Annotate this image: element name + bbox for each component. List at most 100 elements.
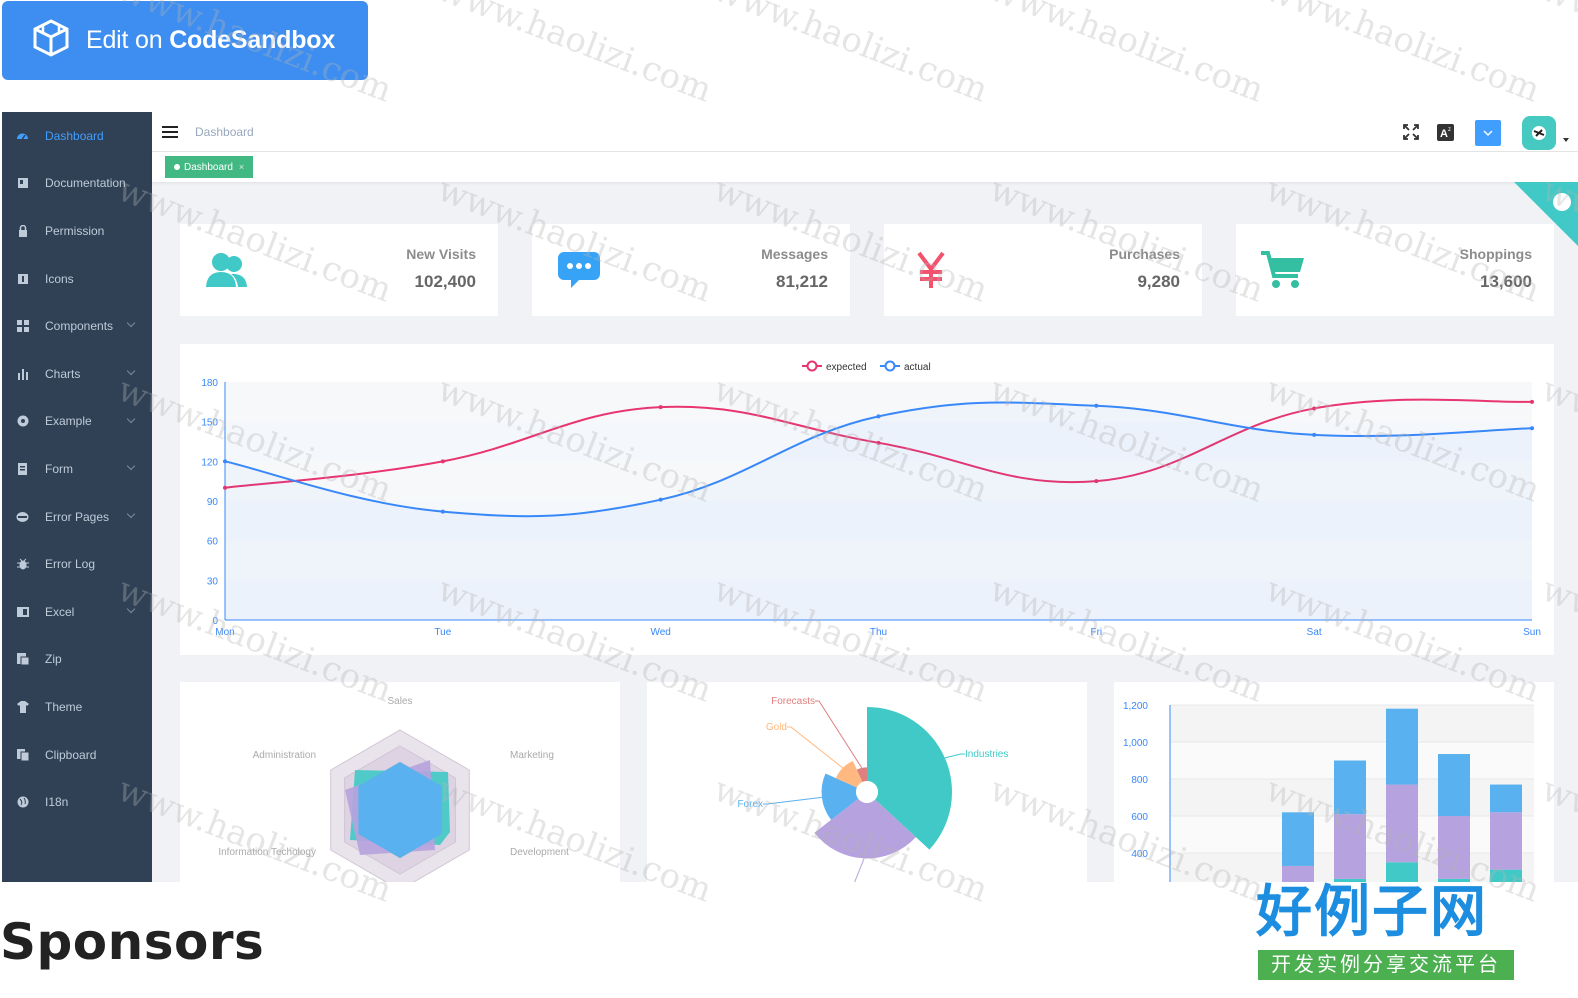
x-tick-label: Wed — [650, 627, 670, 638]
panel-value: 102,400 — [414, 272, 476, 291]
data-point-expected — [1312, 406, 1317, 411]
watermark-text: www.haolizi.com — [1536, 0, 1578, 111]
y-tick-label: 800 — [1131, 775, 1148, 786]
sidebar-item-documentation[interactable]: Documentation — [2, 160, 152, 208]
watermark-text: www.haolizi.com — [1260, 0, 1546, 111]
panel-messages[interactable]: Messages 81,212 — [532, 224, 850, 316]
x-tick-label: Tue — [434, 627, 451, 638]
sidebar-item-clipboard[interactable]: Clipboard — [2, 731, 152, 779]
data-point-actual — [1530, 426, 1534, 431]
x-tick-label: Sun — [1523, 627, 1541, 638]
panel-value: 13,600 — [1480, 272, 1532, 291]
panel-purchases[interactable]: Purchases 9,280 — [884, 224, 1202, 316]
x-tick-label: Thu — [870, 627, 887, 638]
svg-text:A: A — [1440, 128, 1448, 140]
text-size-icon[interactable]: Az — [1436, 123, 1454, 141]
data-point-actual — [440, 509, 445, 514]
caret-down-icon[interactable] — [1563, 138, 1569, 142]
sidebar-item-label: Theme — [45, 699, 83, 714]
sidebar-item-label: Example — [45, 414, 92, 429]
tag-close-icon[interactable]: × — [239, 162, 244, 172]
sidebar-item-label: Excel — [45, 604, 75, 619]
watermark-text: www.haolizi.com — [984, 0, 1270, 111]
x-tick-label: Sat — [1307, 627, 1322, 638]
codesandbox-cube-icon — [32, 18, 70, 63]
legend-label: expected — [826, 362, 867, 373]
clipboard-icon — [16, 748, 29, 761]
radar-chart: Sales Marketing Development Information Tec… — [218, 696, 569, 882]
hamburger-menu-icon[interactable] — [162, 126, 178, 138]
dashboard-icon — [16, 129, 29, 142]
chevron-down-icon — [126, 414, 136, 423]
sidebar-item-dashboard[interactable]: Dashboard — [2, 112, 152, 160]
tags-view: Dashboard × — [152, 152, 1578, 182]
sidebar-item-charts[interactable]: Charts — [2, 350, 152, 398]
sidebar-item-error-pages[interactable]: Error Pages — [2, 493, 152, 541]
legend-actual: actual — [880, 360, 931, 373]
avatar[interactable] — [1522, 116, 1556, 150]
y-tick-label: 60 — [207, 537, 219, 548]
bar-segment-pageA — [1438, 754, 1470, 816]
panel-label: Purchases — [1109, 246, 1180, 262]
pie-hole — [856, 781, 878, 803]
chevron-down-icon — [126, 509, 136, 518]
radar-chart-card: Sales Marketing Development Information Tec… — [180, 682, 620, 882]
sidebar-item-label: Form — [45, 461, 73, 476]
chevron-down-icon — [126, 604, 136, 614]
fullscreen-icon[interactable] — [1402, 123, 1420, 141]
sidebar-item-icons[interactable]: Icons — [2, 255, 152, 303]
sidebar-item-label: Clipboard — [45, 747, 97, 762]
pie-label: Industries — [965, 749, 1008, 760]
sidebar-item-permission[interactable]: Permission — [2, 207, 152, 255]
sidebar-item-error-log[interactable]: Error Log — [2, 540, 152, 588]
y-tick-label: 120 — [201, 457, 218, 468]
y-tick-label: 180 — [201, 378, 218, 389]
documentation-icon — [16, 177, 29, 190]
message-icon — [554, 248, 604, 292]
line-chart: 0 30 60 90 120 150 180 Mon Tue Wed Thu Fri Sat Sun exp… — [201, 360, 1541, 638]
legend-expected: expected — [802, 360, 867, 373]
y-tick-label: 0 — [212, 616, 218, 627]
app-window: Dashboard Documentation Permission Icons Com… — [2, 112, 1578, 882]
lock-icon — [16, 224, 29, 237]
panel-shoppings[interactable]: Shoppings 13,600 — [1236, 224, 1554, 316]
pie-label-line — [763, 796, 822, 805]
sidebar-item-components[interactable]: Components — [2, 302, 152, 350]
sidebar: Dashboard Documentation Permission Icons Com… — [2, 112, 152, 882]
shopping-cart-icon — [1258, 248, 1308, 292]
chevron-down-icon — [1483, 130, 1493, 136]
sidebar-item-label: Error Log — [45, 557, 96, 572]
pie-chart: Industries Forex Gold Forecasts — [737, 696, 1008, 882]
radar-indicator-label: Marketing — [510, 750, 554, 761]
data-point-actual — [1094, 403, 1099, 408]
breadcrumb[interactable]: Dashboard — [195, 125, 254, 139]
peoples-icon — [202, 248, 252, 292]
sidebar-item-excel[interactable]: Excel — [2, 588, 152, 636]
pie-label-line — [944, 753, 965, 759]
panel-new-visits[interactable]: New Visits 102,400 — [180, 224, 498, 316]
legend-label: actual — [904, 362, 931, 373]
codesandbox-label: Edit on CodeSandbox — [86, 26, 336, 54]
line-chart-card: 0 30 60 90 120 150 180 Mon Tue Wed Thu Fri Sat Sun exp… — [180, 344, 1554, 655]
tag-dashboard[interactable]: Dashboard × — [165, 156, 254, 178]
sidebar-item-label: Permission — [45, 223, 105, 238]
size-select-dropdown[interactable] — [1475, 120, 1501, 146]
sidebar-item-example[interactable]: Example — [2, 398, 152, 446]
sidebar-item-theme[interactable]: Theme — [2, 683, 152, 731]
bar-segment-pageB — [1438, 816, 1470, 879]
panel-label: Shoppings — [1459, 246, 1532, 262]
bar-chart: 1,200 1,000 800 600 400 — [1123, 701, 1534, 882]
edit-on-codesandbox-button[interactable]: Edit on CodeSandbox — [2, 1, 368, 80]
grid-band — [1170, 705, 1534, 742]
sidebar-item-zip[interactable]: Zip — [2, 636, 152, 684]
panel-label: New Visits — [406, 246, 476, 262]
sidebar-item-form[interactable]: Form — [2, 445, 152, 493]
bar-segment-pageA — [1282, 812, 1314, 866]
data-point-expected — [658, 405, 663, 410]
international-icon — [16, 796, 29, 809]
logo-sub-text: 开发实例分享交流平台 — [1258, 950, 1514, 980]
x-tick-label: Fri — [1090, 627, 1102, 638]
sidebar-item-label: Error Pages — [45, 509, 110, 524]
data-point-expected — [440, 459, 445, 464]
sidebar-item-i18n[interactable]: I18n — [2, 778, 152, 826]
